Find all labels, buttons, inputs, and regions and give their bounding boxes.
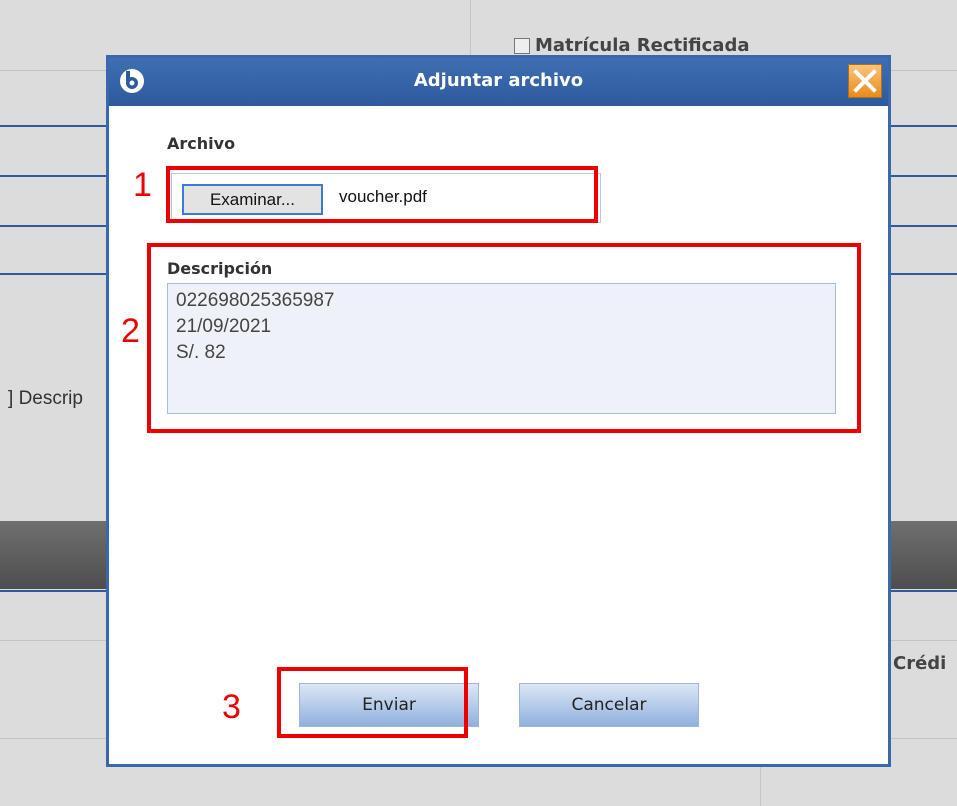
rectificada-label: Matrícula Rectificada (535, 35, 750, 56)
description-textarea[interactable]: 022698025365987 21/09/2021 S/. 82 (167, 283, 836, 414)
browse-button[interactable]: Examinar... (182, 184, 323, 215)
annotation-number-1: 1 (133, 166, 152, 204)
descripcion-label: Descripción (167, 259, 273, 278)
annotation-number-2: 2 (121, 312, 140, 350)
dialog-title: Adjuntar archivo (413, 70, 584, 91)
submit-button[interactable]: Enviar (299, 683, 479, 727)
dialog-titlebar[interactable]: Adjuntar archivo (109, 58, 888, 106)
description-column-label: ] Descrip (8, 388, 83, 409)
cancel-button[interactable]: Cancelar (519, 683, 699, 727)
rectificada-checkbox[interactable] (514, 38, 530, 54)
attach-file-dialog: Adjuntar archivo Archivo Examinar... vou… (106, 55, 891, 767)
credit-column-label: Crédi (893, 653, 947, 674)
annotation-number-3: 3 (222, 688, 241, 726)
archivo-label: Archivo (167, 134, 236, 153)
file-input[interactable]: Examinar... voucher.pdf (171, 173, 601, 223)
close-icon (853, 69, 877, 93)
close-button[interactable] (848, 64, 882, 98)
selected-file-name: voucher.pdf (339, 187, 427, 206)
